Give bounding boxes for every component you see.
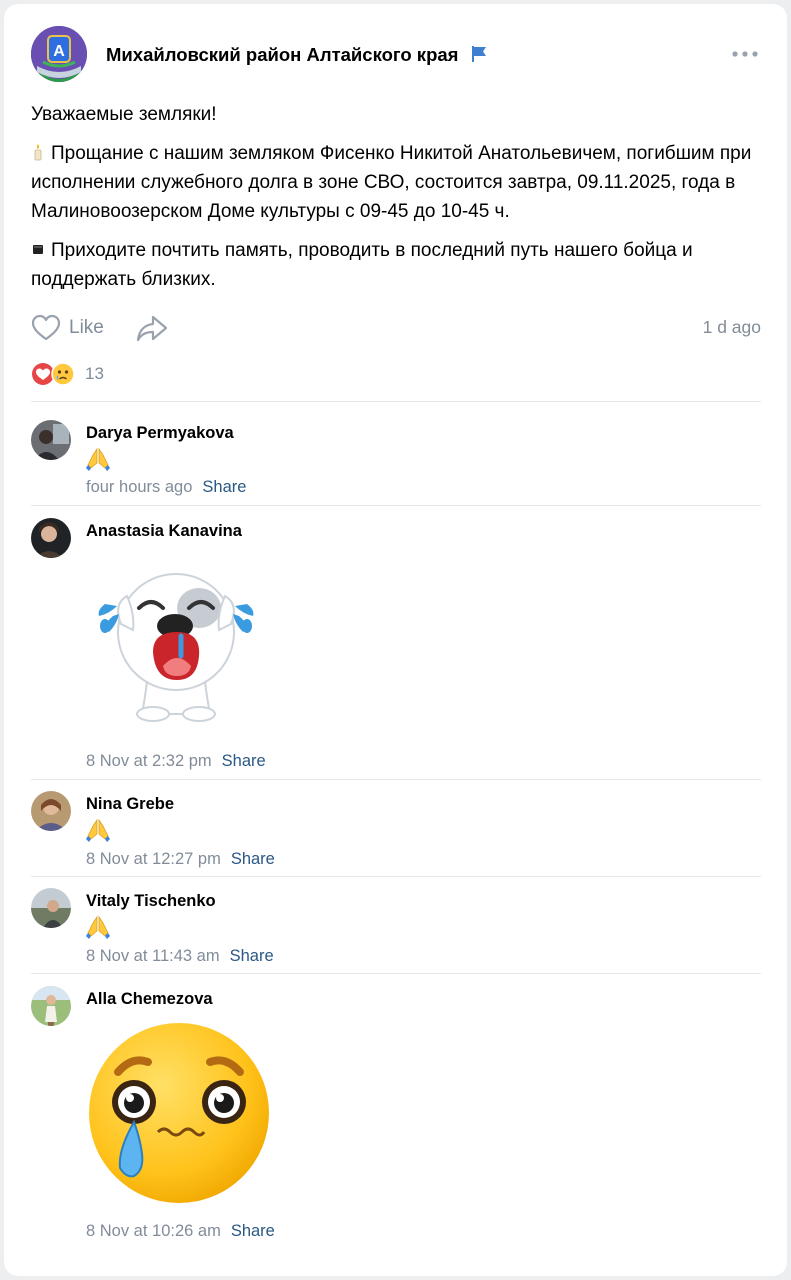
post-paragraph-greeting: Уважаемые земляки! bbox=[31, 104, 217, 125]
post-card: А Михайловский район Алтайского края Ува… bbox=[4, 4, 787, 1276]
comment-meta: 8 Nov at 10:26 am Share bbox=[86, 1222, 275, 1241]
comment-time[interactable]: 8 Nov at 10:26 am bbox=[86, 1222, 221, 1240]
comment-meta: four hours ago Share bbox=[86, 478, 246, 497]
avatar[interactable] bbox=[31, 791, 71, 831]
avatar[interactable] bbox=[31, 518, 71, 558]
comment-author[interactable]: Nina Grebe bbox=[86, 795, 174, 814]
like-button[interactable]: Like bbox=[31, 312, 104, 344]
group-name[interactable]: Михайловский район Алтайского края bbox=[106, 44, 488, 66]
candle-icon bbox=[34, 144, 42, 161]
folded-hands-emoji bbox=[86, 447, 110, 471]
comment-vitaly: Vitaly Tischenko 8 Nov at 11:43 am Share bbox=[31, 888, 761, 970]
divider bbox=[31, 505, 761, 506]
comment-time[interactable]: 8 Nov at 2:32 pm bbox=[86, 752, 212, 770]
more-options-icon[interactable] bbox=[729, 46, 761, 62]
folded-hands-emoji bbox=[86, 915, 110, 939]
divider bbox=[31, 876, 761, 877]
flag-icon bbox=[471, 46, 486, 62]
comment-meta: 8 Nov at 11:43 am Share bbox=[86, 947, 274, 966]
black-square-icon bbox=[33, 245, 43, 254]
comment-share-link[interactable]: Share bbox=[202, 478, 246, 496]
share-arrow-icon[interactable] bbox=[135, 312, 169, 344]
comment-time[interactable]: 8 Nov at 11:43 am bbox=[86, 947, 220, 965]
avatar[interactable] bbox=[31, 888, 71, 928]
divider bbox=[31, 401, 761, 402]
comment-share-link[interactable]: Share bbox=[222, 752, 266, 770]
comment-meta: 8 Nov at 12:27 pm Share bbox=[86, 850, 275, 869]
comment-anastasia: Anastasia Kanavina 8 Nov at 2:32 pm Share bbox=[31, 518, 761, 778]
comment-author[interactable]: Darya Permyakova bbox=[86, 424, 234, 443]
comment-time[interactable]: four hours ago bbox=[86, 478, 192, 496]
divider bbox=[31, 779, 761, 780]
crying-face-sticker bbox=[89, 1023, 269, 1203]
post-actions: Like 1 d ago bbox=[31, 308, 761, 348]
comment-author[interactable]: Anastasia Kanavina bbox=[86, 522, 242, 541]
crying-face-reaction-icon bbox=[51, 362, 75, 386]
comment-author[interactable]: Vitaly Tischenko bbox=[86, 892, 216, 911]
like-label[interactable]: Like bbox=[69, 317, 104, 339]
post-paragraph-farewell: Прощание с нашим земляком Фисенко Никито… bbox=[31, 143, 752, 222]
svg-text:А: А bbox=[53, 43, 65, 60]
comment-nina: Nina Grebe 8 Nov at 12:27 pm Share bbox=[31, 791, 761, 873]
comment-meta: 8 Nov at 2:32 pm Share bbox=[86, 752, 266, 771]
group-avatar[interactable]: А bbox=[31, 26, 87, 82]
post-header: А Михайловский район Алтайского края bbox=[31, 26, 761, 90]
avatar[interactable] bbox=[31, 420, 71, 460]
post-text: Уважаемые земляки! Прощание с нашим земл… bbox=[31, 100, 761, 304]
reaction-count: 13 bbox=[85, 364, 104, 383]
folded-hands-emoji bbox=[86, 818, 110, 842]
post-paragraph-invitation: Приходите почтить память, проводить в по… bbox=[31, 240, 693, 290]
group-name-text[interactable]: Михайловский район Алтайского края bbox=[106, 44, 458, 65]
comment-darya: Darya Permyakova four hours ago Share bbox=[31, 420, 761, 502]
comment-share-link[interactable]: Share bbox=[230, 947, 274, 965]
crying-dog-sticker bbox=[98, 573, 254, 722]
comment-author[interactable]: Alla Chemezova bbox=[86, 990, 213, 1009]
comment-share-link[interactable]: Share bbox=[231, 1222, 275, 1240]
comment-share-link[interactable]: Share bbox=[231, 850, 275, 868]
reactions-summary[interactable]: 13 bbox=[31, 360, 104, 388]
post-time[interactable]: 1 d ago bbox=[703, 317, 761, 338]
divider bbox=[31, 973, 761, 974]
heart-outline-icon bbox=[31, 314, 61, 341]
comment-alla: Alla Chemezova 8 Nov at 10:26 am Share bbox=[31, 986, 761, 1248]
comment-time[interactable]: 8 Nov at 12:27 pm bbox=[86, 850, 221, 868]
avatar[interactable] bbox=[31, 986, 71, 1026]
